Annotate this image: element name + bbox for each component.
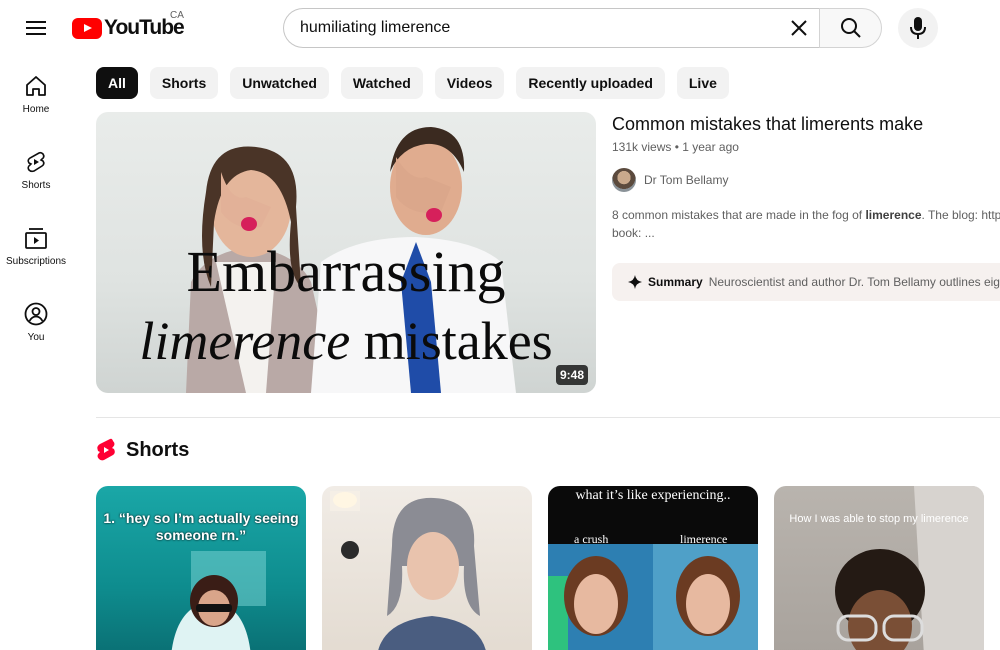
thumbnail-title-rest: mistakes [350,311,553,371]
short-caption: How I was able to stop my limerence [789,513,969,525]
masthead: YouTube CA humiliating limerence [0,0,1000,56]
short-caption: what it’s like experiencing.. [575,488,731,503]
thumbnail-title-line2: limerence mistakes [96,310,596,372]
chip-recently-uploaded[interactable]: Recently uploaded [516,67,665,99]
microphone-icon [910,17,926,39]
shorts-icon [27,151,45,173]
shorts-shelf-title: Shorts [126,438,190,461]
sidebar-item-home[interactable]: Home [4,56,68,128]
search-button[interactable] [819,8,882,48]
youtube-logo[interactable]: YouTube CA [72,10,185,42]
chip-live[interactable]: Live [676,67,729,99]
clear-search-button[interactable] [779,9,819,47]
video-metadata: 131k views • 1 year ago [612,140,739,154]
description-line2: book: ... [612,226,655,240]
shorts-logo-icon [97,438,115,461]
short-thumbnail-illustration [548,544,758,650]
channel-avatar[interactable] [612,168,636,192]
search-box[interactable]: humiliating limerence [283,8,819,48]
ai-summary[interactable]: Summary Neuroscientist and author Dr. To… [612,263,1000,301]
youtube-play-icon [72,17,102,39]
hamburger-icon [26,21,46,35]
short-card[interactable]: 1. “hey so I’m actually seeing someone r… [96,486,306,650]
shorts-shelf-header: Shorts [96,438,189,462]
chip-shorts[interactable]: Shorts [149,67,219,99]
chip-unwatched[interactable]: Unwatched [230,67,329,99]
sidebar-item-subscriptions[interactable]: Subscriptions [4,208,68,280]
sidebar-item-label: Shorts [21,180,51,191]
video-title[interactable]: Common mistakes that limerents make [612,114,923,135]
channel-name[interactable]: Dr Tom Bellamy [644,173,728,187]
channel-info[interactable]: Dr Tom Bellamy [612,168,728,192]
summary-label: Summary [648,275,703,289]
video-thumbnail[interactable]: Embarrassing limerence mistakes 9:48 [96,112,596,393]
chip-videos[interactable]: Videos [434,67,505,99]
search-icon [840,18,861,38]
close-icon [791,20,807,36]
country-code: CA [170,10,184,21]
description-text: 8 common mistakes that are made in the f… [612,208,866,222]
short-label-right: limerence [680,532,728,546]
thumbnail-title-line1: Embarrassing [186,239,506,304]
sparkle-icon [628,275,642,289]
sidebar-item-label: Home [22,104,50,115]
description-highlight: limerence [865,208,922,222]
voice-search-button[interactable] [898,8,938,48]
short-card[interactable]: what it’s like experiencing.. a crush li… [548,486,758,650]
chip-all[interactable]: All [96,67,138,99]
sidebar-item-label: You [27,332,45,343]
section-divider [96,417,1000,418]
home-icon [26,76,46,96]
short-thumbnail-illustration [835,486,984,650]
menu-button[interactable] [16,8,56,48]
summary-text: Neuroscientist and author Dr. Tom Bellam… [708,275,1000,289]
video-description: 8 common mistakes that are made in the f… [612,206,1000,242]
sidebar-item-you[interactable]: You [4,284,68,356]
short-card[interactable]: How I was able to stop my limerence [774,486,984,650]
chip-watched[interactable]: Watched [340,67,423,99]
sidebar-item-label: Subscriptions [5,256,67,267]
short-caption: 1. “hey so I’m actually seeing someone r… [103,510,299,543]
thumbnail-title-italic: limerence [139,311,351,371]
filter-chips: All Shorts Unwatched Watched Videos Rece… [96,67,729,99]
description-text-end: . The blog: http [921,208,1000,222]
subscriptions-icon [25,228,47,249]
sidebar-item-shorts[interactable]: Shorts [4,132,68,204]
short-label-left: a crush [574,532,609,546]
short-card[interactable] [322,486,532,650]
short-thumbnail-illustration [330,491,486,650]
search-input[interactable]: humiliating limerence [300,19,779,37]
video-duration: 9:48 [555,365,588,385]
account-icon [24,302,48,326]
